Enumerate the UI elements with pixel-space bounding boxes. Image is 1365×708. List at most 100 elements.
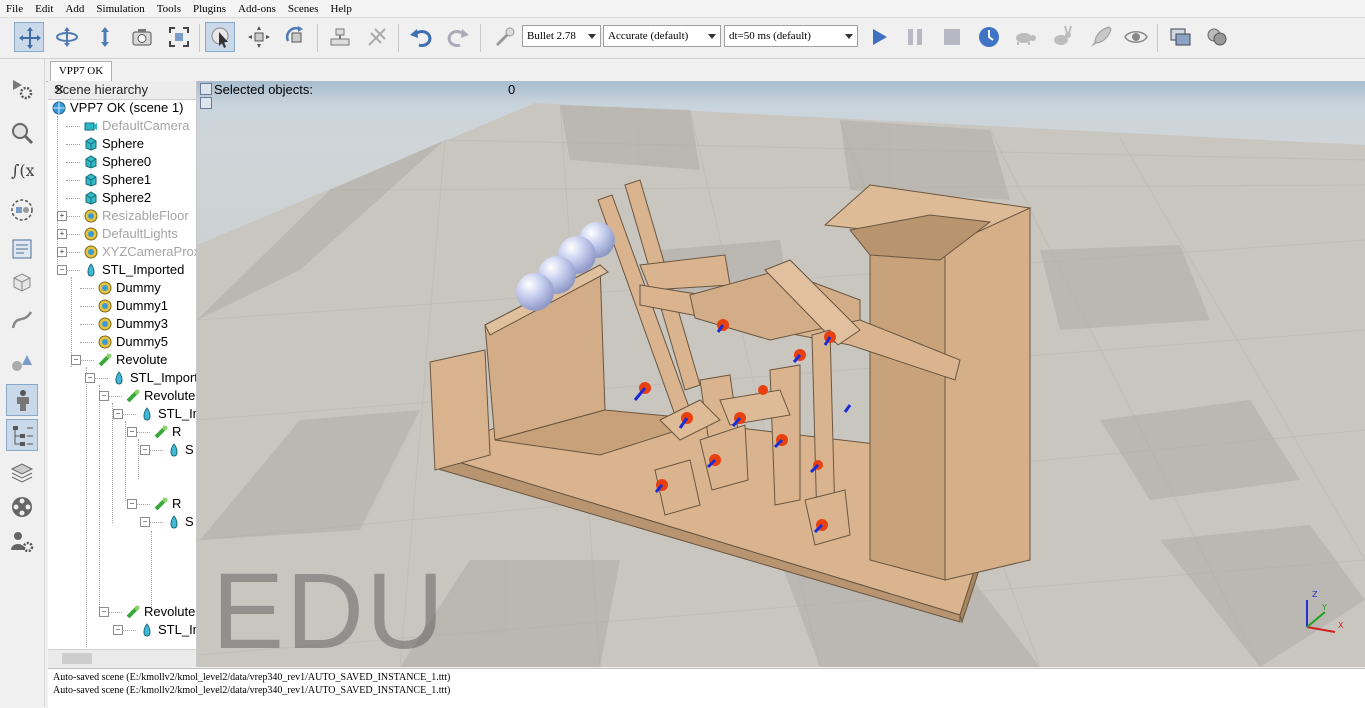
hierarchy-node[interactable]: STL_Imported xyxy=(140,405,196,423)
dummy-icon xyxy=(84,227,98,241)
eye-icon xyxy=(1124,31,1148,43)
hierarchy-node[interactable]: Revolute xyxy=(98,351,167,369)
dynamics-toggle-button[interactable] xyxy=(490,22,520,52)
transfer-dna-button[interactable] xyxy=(362,22,392,52)
page-selector-button[interactable] xyxy=(1166,22,1196,52)
physics-engine-select[interactable]: Bullet 2.78 xyxy=(522,25,601,47)
menu-scenes[interactable]: Scenes xyxy=(282,0,325,17)
realtime-mode-button[interactable] xyxy=(974,22,1004,52)
object-shift-button[interactable] xyxy=(244,22,274,52)
undo-button[interactable] xyxy=(406,22,436,52)
tree-connector xyxy=(66,270,80,271)
hierarchy-node[interactable]: S xyxy=(167,441,194,459)
tree-connector xyxy=(80,360,94,361)
hierarchy-node[interactable]: Sphere0 xyxy=(84,153,151,171)
model-browser-toggle-button[interactable] xyxy=(6,384,38,416)
hierarchy-node[interactable]: STL_Imported xyxy=(140,621,196,639)
hierarchy-node-label: Sphere1 xyxy=(102,172,152,187)
hierarchy-node[interactable]: VPP7 OK (scene 1) xyxy=(52,99,183,117)
close-icon[interactable]: ✕ xyxy=(54,82,65,98)
user-settings-button[interactable] xyxy=(6,526,38,558)
hierarchy-node[interactable]: ResizableFloor xyxy=(84,207,189,225)
menu-addons[interactable]: Add-ons xyxy=(232,0,282,17)
object-move-icon xyxy=(248,26,270,48)
hierarchy-node[interactable]: DefaultCamera xyxy=(84,117,189,135)
camera-pan-button[interactable] xyxy=(14,22,44,52)
menu-bar: File Edit Add Simulation Tools Plugins A… xyxy=(0,0,1365,18)
tree-connector xyxy=(99,385,100,615)
timestep-select[interactable]: dt=50 ms (default) xyxy=(724,25,858,47)
slow-down-button[interactable] xyxy=(1010,22,1040,52)
layers-button[interactable] xyxy=(6,457,38,489)
hierarchy-node-label: XYZCameraProxy xyxy=(102,244,197,259)
play-gear-icon xyxy=(13,80,33,100)
status-console[interactable]: Auto-saved scene (E:/kmollv2/kmol_level2… xyxy=(48,668,1365,708)
toolbar-separator xyxy=(199,24,200,52)
video-recorder-button[interactable] xyxy=(6,491,38,523)
fit-to-view-button[interactable] xyxy=(164,22,194,52)
click-select-button[interactable] xyxy=(205,22,235,52)
accuracy-value: Accurate (default) xyxy=(608,30,689,42)
hierarchy-node-label: STL_Imported xyxy=(158,622,196,637)
scene-icon xyxy=(52,101,66,115)
assemble-button[interactable] xyxy=(325,22,355,52)
hierarchy-node[interactable]: XYZCameraProxy xyxy=(84,243,197,261)
view-option-button[interactable] xyxy=(200,97,212,109)
path-edit-button[interactable] xyxy=(6,304,38,336)
hierarchy-node[interactable]: Revolute xyxy=(126,603,195,621)
model-browser-button[interactable] xyxy=(6,117,38,149)
stop-simulation-button[interactable] xyxy=(937,22,967,52)
hierarchy-node-label: Revolute xyxy=(144,604,196,619)
threaded-rendering-button[interactable] xyxy=(1086,22,1116,52)
camera-rotate-button[interactable] xyxy=(52,22,82,52)
hierarchy-node[interactable]: Sphere1 xyxy=(84,171,151,189)
tree-connector xyxy=(125,421,126,501)
scrollbar-thumb[interactable] xyxy=(62,653,92,664)
camera-shift-button[interactable] xyxy=(90,22,120,52)
menu-add[interactable]: Add xyxy=(59,0,90,17)
toggle-visualization-button[interactable] xyxy=(1121,22,1151,52)
menu-file[interactable]: File xyxy=(0,0,29,17)
dummy-icon xyxy=(84,209,98,223)
hierarchy-node[interactable]: Dummy1 xyxy=(98,297,168,315)
menu-tools[interactable]: Tools xyxy=(151,0,187,17)
menu-plugins[interactable]: Plugins xyxy=(187,0,232,17)
scene-selector-button[interactable] xyxy=(1202,22,1232,52)
calculation-modules-button[interactable]: ∫(x) xyxy=(6,154,38,186)
menu-edit[interactable]: Edit xyxy=(29,0,59,17)
redo-button[interactable] xyxy=(443,22,473,52)
menu-help[interactable]: Help xyxy=(324,0,357,17)
hierarchy-node[interactable]: Revolute xyxy=(126,387,195,405)
selection-button[interactable] xyxy=(6,347,38,379)
accuracy-select[interactable]: Accurate (default) xyxy=(603,25,721,47)
horizontal-scrollbar[interactable] xyxy=(48,649,196,667)
tree-connector xyxy=(112,403,113,523)
hierarchy-node[interactable]: STL_Imported xyxy=(84,261,184,279)
hierarchy-node[interactable]: R xyxy=(154,495,181,513)
tab-scene[interactable]: VPP7 OK xyxy=(50,61,112,81)
view-option-button[interactable] xyxy=(200,83,212,95)
hierarchy-node[interactable]: Sphere xyxy=(84,135,144,153)
pause-simulation-button[interactable] xyxy=(900,22,930,52)
simulation-settings-button[interactable] xyxy=(6,73,38,105)
start-simulation-button[interactable] xyxy=(864,22,894,52)
camera-angle-button[interactable] xyxy=(127,22,157,52)
hierarchy-node[interactable]: STL_Imported xyxy=(112,369,196,387)
hierarchy-node[interactable]: Sphere2 xyxy=(84,189,151,207)
hierarchy-node[interactable]: S xyxy=(167,513,194,531)
hierarchy-node-label: S xyxy=(185,514,194,529)
hierarchy-node-label: Dummy xyxy=(116,280,161,295)
hierarchy-node[interactable]: Dummy xyxy=(98,279,161,297)
hierarchy-node[interactable]: Dummy5 xyxy=(98,333,168,351)
shape-edit-button[interactable] xyxy=(6,266,38,298)
menu-simulation[interactable]: Simulation xyxy=(90,0,150,17)
object-rotate-button[interactable] xyxy=(281,22,311,52)
scripts-button[interactable] xyxy=(6,233,38,265)
hierarchy-node[interactable]: Dummy3 xyxy=(98,315,168,333)
hierarchy-node[interactable]: DefaultLights xyxy=(84,225,178,243)
hierarchy-node[interactable]: R xyxy=(154,423,181,441)
speed-up-button[interactable] xyxy=(1047,22,1077,52)
hierarchy-node-label: Dummy3 xyxy=(116,316,169,331)
scene-hierarchy-toggle-button[interactable] xyxy=(6,419,38,451)
collection-button[interactable] xyxy=(6,194,38,226)
